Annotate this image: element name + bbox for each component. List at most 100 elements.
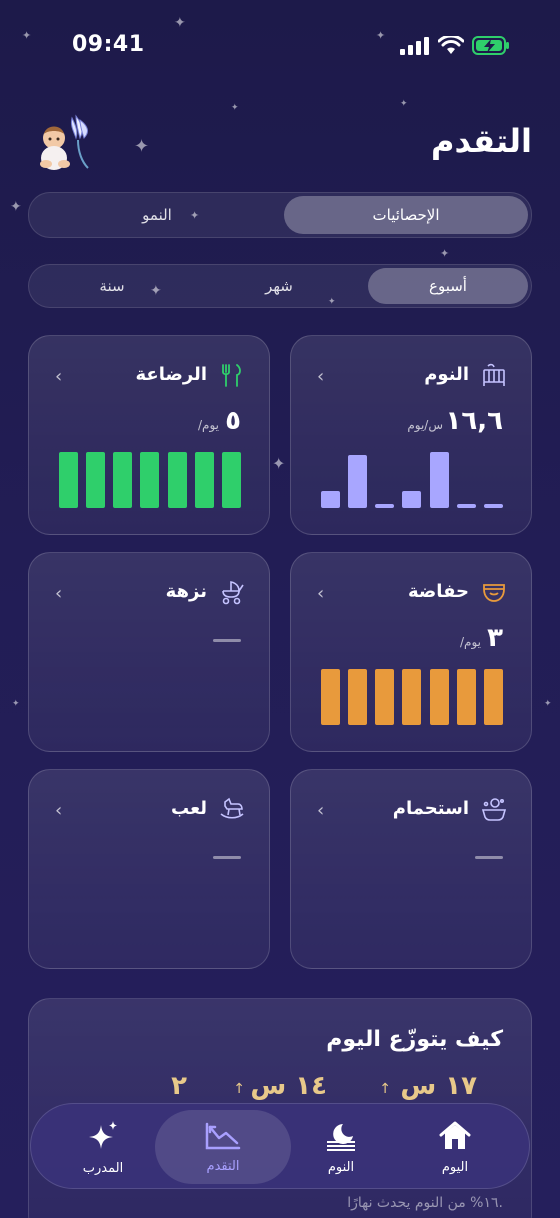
tab-growth[interactable]: النمو xyxy=(32,196,282,234)
tab-month[interactable]: شهر xyxy=(199,268,359,304)
feeding-bar xyxy=(221,452,241,508)
tab-label: التقدم xyxy=(206,1158,240,1174)
feeding-bar xyxy=(194,452,214,508)
diaper-value: ٣ xyxy=(487,623,503,653)
star-decoration: ✦ xyxy=(12,699,20,709)
walk-card[interactable]: نزهة ‹ xyxy=(28,552,270,752)
diaper-title: حفاضة xyxy=(408,581,469,602)
bath-card[interactable]: استحمام ‹ xyxy=(290,769,532,969)
page-title: التقدم xyxy=(430,122,532,160)
feeding-bar xyxy=(86,452,106,508)
sleep-title: النوم xyxy=(424,364,469,385)
distribution-stat-2: ١٤ س xyxy=(250,1071,327,1101)
period-segmented-control: أسبوع شهر سنة xyxy=(28,264,532,308)
primary-segmented-control: الإحصائيات النمو xyxy=(28,192,532,238)
moon-icon xyxy=(327,1123,355,1151)
sleep-value: ١٦,٦ xyxy=(445,406,503,436)
diaper-bar xyxy=(375,669,395,725)
tab-sleep[interactable]: النوم xyxy=(281,1104,401,1190)
diaper-icon xyxy=(483,584,505,602)
chevron-left-icon: ‹ xyxy=(317,366,325,387)
status-bar: 09:41 xyxy=(0,30,560,64)
chevron-left-icon: ‹ xyxy=(55,583,63,604)
star-decoration: ✦ xyxy=(174,15,186,31)
feeding-bar xyxy=(167,452,187,508)
diaper-bar-chart xyxy=(321,669,503,725)
play-card[interactable]: لعب ‹ xyxy=(28,769,270,969)
sparkles-icon xyxy=(89,1120,117,1149)
sleep-bar xyxy=(483,504,503,508)
diaper-bar xyxy=(483,669,503,725)
wifi-icon xyxy=(438,36,464,54)
tab-year[interactable]: سنة xyxy=(32,268,192,304)
chevron-left-icon: ‹ xyxy=(55,366,63,387)
distribution-stat-3: ٢ xyxy=(171,1071,187,1101)
feeding-bar-chart xyxy=(59,452,241,508)
empty-value-dash xyxy=(213,856,241,859)
sleep-bar xyxy=(375,504,395,508)
star-decoration: ✦ xyxy=(544,699,552,709)
tab-today[interactable]: اليوم xyxy=(395,1104,515,1190)
star-decoration: ✦ xyxy=(10,199,22,215)
empty-value-dash xyxy=(213,639,241,642)
sleep-bar xyxy=(429,452,449,508)
feeding-unit: /يوم xyxy=(197,418,219,432)
tab-label: اليوم xyxy=(441,1159,469,1175)
home-icon xyxy=(439,1121,471,1149)
distribution-title: كيف يتوزّع اليوم xyxy=(326,1027,503,1052)
diaper-bar xyxy=(348,669,368,725)
distribution-note: ١٦% من النوم يحدث نهارًا. xyxy=(347,1195,503,1211)
star-decoration: ✦ xyxy=(231,103,239,113)
baby-avatar[interactable] xyxy=(32,112,94,174)
sleep-bar-chart xyxy=(321,452,503,508)
star-decoration: ✦ xyxy=(272,454,286,473)
walk-title: نزهة xyxy=(165,581,207,602)
diaper-card[interactable]: حفاضة ‹ ٣ /يوم xyxy=(290,552,532,752)
star-decoration: ✦ xyxy=(440,247,450,260)
sleep-unit: س/يوم xyxy=(407,418,443,432)
arrow-up-icon: ↑ xyxy=(233,1081,245,1097)
tab-label: النوم xyxy=(327,1159,355,1175)
diaper-bar xyxy=(402,669,422,725)
star-decoration: ✦ xyxy=(134,136,150,157)
tab-statistics[interactable]: الإحصائيات xyxy=(284,196,528,234)
chevron-left-icon: ‹ xyxy=(317,583,325,604)
arrow-up-icon: ↑ xyxy=(379,1081,391,1097)
status-time: 09:41 xyxy=(72,32,145,57)
star-decoration: ✦ xyxy=(400,99,408,109)
bath-title: استحمام xyxy=(392,798,469,819)
distribution-stat-1: ١٧ س xyxy=(400,1071,477,1101)
battery-charging-icon xyxy=(472,36,509,55)
sleep-bar xyxy=(456,504,476,508)
feeding-card[interactable]: الرضاعة ‹ ٥ /يوم xyxy=(28,335,270,535)
tab-coach[interactable]: المدرب xyxy=(43,1104,163,1190)
tab-label: المدرب xyxy=(82,1160,124,1176)
feeding-bar xyxy=(140,452,160,508)
chevron-left-icon: ‹ xyxy=(55,800,63,821)
chart-icon xyxy=(205,1122,241,1149)
sleep-bar xyxy=(348,455,368,508)
diaper-bar xyxy=(456,669,476,725)
tab-progress[interactable]: التقدم xyxy=(155,1110,291,1184)
stroller-icon xyxy=(222,581,244,605)
rocking-horse-icon xyxy=(220,797,244,819)
feeding-title: الرضاعة xyxy=(135,364,208,385)
sleep-bar xyxy=(321,491,340,508)
chevron-left-icon: ‹ xyxy=(317,800,325,821)
cellular-signal-icon xyxy=(400,36,429,55)
empty-value-dash xyxy=(475,856,503,859)
fork-knife-icon xyxy=(222,364,241,387)
diaper-bar xyxy=(429,669,449,725)
sleep-bar xyxy=(402,491,422,508)
sleep-card[interactable]: النوم ‹ ١٦,٦ س/يوم xyxy=(290,335,532,535)
tab-week[interactable]: أسبوع xyxy=(368,268,528,304)
feeding-bar xyxy=(113,452,133,508)
crib-icon xyxy=(483,363,505,386)
bottom-tab-bar: اليوم النوم التقدم المدرب xyxy=(30,1103,530,1189)
diaper-bar xyxy=(321,669,340,725)
feeding-value: ٥ xyxy=(225,406,241,436)
diaper-unit: /يوم xyxy=(459,635,481,649)
play-title: لعب xyxy=(171,798,207,819)
feeding-bar xyxy=(59,452,78,508)
bath-icon xyxy=(481,798,507,821)
